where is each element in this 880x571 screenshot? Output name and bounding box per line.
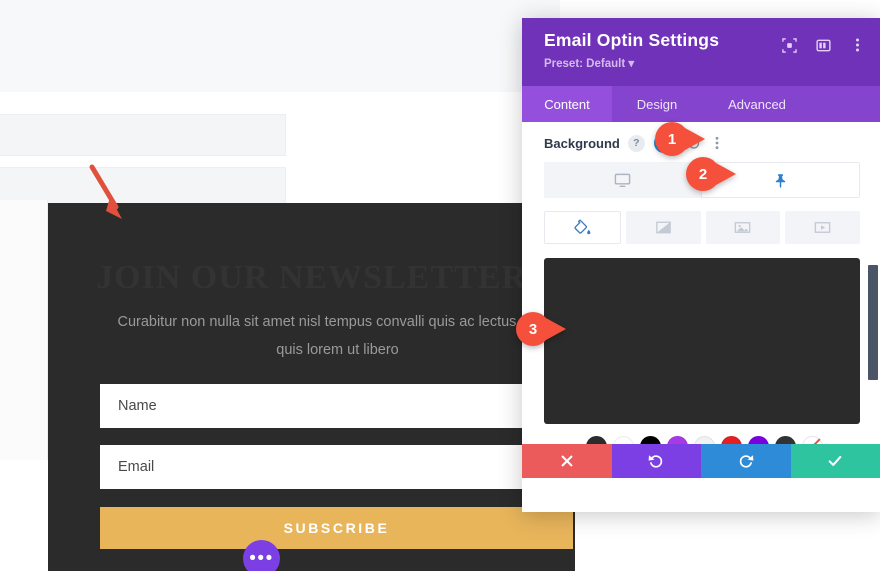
optin-heading: JOIN OUR NEWSLETTER [96,259,527,296]
background-placeholder-row [0,114,286,156]
background-type-color[interactable] [544,211,621,244]
module-more-options-button[interactable]: ••• [243,540,280,571]
background-type-image[interactable] [705,211,781,244]
gradient-icon [655,221,671,234]
layout-columns-icon[interactable] [814,36,832,54]
email-optin-settings-modal: Email Optin Settings Preset: Default ▾ C… [522,18,880,512]
desktop-icon [614,173,631,187]
more-vertical-icon[interactable] [848,36,866,54]
subscribe-button[interactable]: SUBSCRIBE [100,507,573,549]
video-icon [814,222,831,233]
tab-content[interactable]: Content [522,86,612,122]
modal-header: Email Optin Settings Preset: Default ▾ [522,18,880,86]
tab-advanced[interactable]: Advanced [702,86,812,122]
save-button[interactable] [790,444,880,478]
help-icon[interactable]: ? [627,134,645,152]
modal-scrollbar[interactable] [868,265,878,380]
email-optin-module-preview[interactable]: JOIN OUR NEWSLETTER Curabitur non nulla … [48,203,575,571]
callout-pointer [716,163,736,185]
background-left-column [0,200,48,460]
preset-label: Preset: Default [544,58,626,70]
screenshot-root: JOIN OUR NEWSLETTER Curabitur non nulla … [0,0,880,571]
callout-badge-1: 1 [655,122,705,156]
name-input-placeholder: Name [118,398,157,414]
optin-subtext: Curabitur non nulla sit amet nisl tempus… [117,314,558,358]
callout-number: 3 [516,312,550,346]
chevron-down-icon: ▾ [628,58,635,70]
callout-number: 1 [655,122,689,156]
redo-button[interactable] [701,444,791,478]
email-input[interactable]: Email [100,445,573,489]
background-section-label: Background [544,135,620,151]
cancel-button[interactable] [522,444,612,478]
paint-bucket-icon [574,219,591,235]
email-input-placeholder: Email [118,459,155,475]
modal-header-icons [780,36,866,54]
callout-badge-3: 3 [516,312,566,346]
background-type-gradient[interactable] [625,211,701,244]
focus-icon[interactable] [780,36,798,54]
callout-badge-2: 2 [686,157,736,191]
undo-button[interactable] [611,444,701,478]
name-input[interactable]: Name [100,384,573,428]
image-icon [735,222,751,233]
section-more-icon[interactable] [715,136,719,150]
callout-number: 2 [686,157,720,191]
device-tab-desktop[interactable] [544,162,701,198]
modal-tab-bar: Content Design Advanced [522,86,880,122]
background-top-band [0,0,560,92]
preset-selector[interactable]: Preset: Default ▾ [544,56,862,70]
pin-icon [775,173,786,188]
modal-action-bar [522,444,880,478]
tab-design[interactable]: Design [612,86,702,122]
callout-pointer [685,128,705,150]
background-type-video[interactable] [785,211,860,244]
background-color-preview[interactable] [544,258,860,424]
callout-pointer [546,318,566,340]
background-type-tabs [544,211,860,244]
